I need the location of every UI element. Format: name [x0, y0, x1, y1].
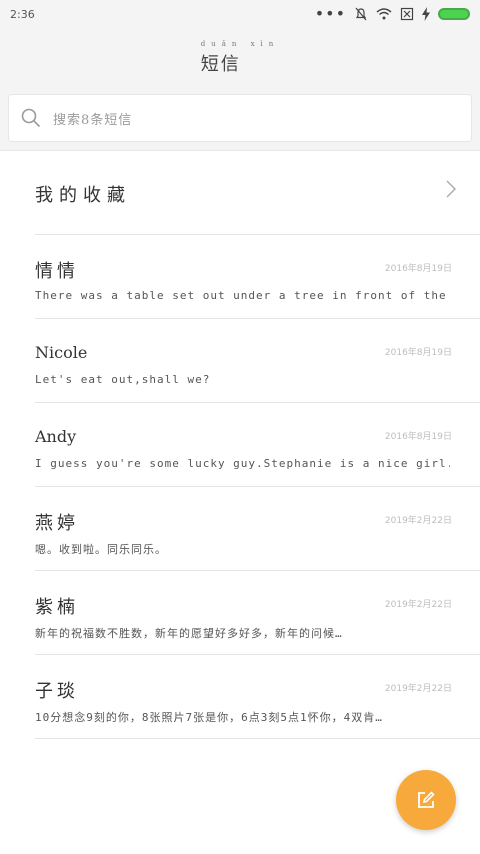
battery-icon: [438, 8, 470, 20]
search-icon: [9, 94, 53, 142]
no-sim-icon: [400, 7, 414, 21]
search-bar[interactable]: 搜索8条短信: [8, 94, 472, 142]
mute-icon: [355, 7, 367, 21]
conversation-preview: I guess you're some lucky guy.Stephanie …: [35, 457, 450, 470]
conversation-item[interactable]: Andy 2016年8月19日 I guess you're some luck…: [35, 403, 480, 487]
title-text: 短信: [200, 54, 241, 75]
conversation-preview: 10分想念9刻的你，8张照片7张是你，6点3刻5点1怀你，4双肯…: [35, 711, 383, 724]
status-bar: 2:36 •••: [0, 0, 480, 28]
conversation-date: 2016年8月19日: [384, 432, 452, 442]
chevron-right-icon: [446, 180, 456, 198]
favorites-row[interactable]: 我的收藏: [35, 151, 480, 235]
conversation-name: 子琰: [35, 681, 79, 702]
conversation-date: 2016年8月19日: [384, 348, 452, 358]
conversation-preview: 嗯。收到啦。同乐同乐。: [35, 543, 167, 556]
status-time: 2:36: [10, 7, 35, 21]
conversation-name: 情情: [35, 261, 79, 282]
charging-icon: [422, 7, 430, 21]
conversation-preview: 新年的祝福数不胜数，新年的愿望好多好多，新年的问候…: [35, 627, 343, 640]
app-bar: duǎn xìn 短信: [0, 28, 480, 88]
conversation-item[interactable]: 燕婷 2019年2月22日 嗯。收到啦。同乐同乐。: [35, 487, 480, 571]
message-list: 我的收藏 情情 2016年8月19日 There was a table set…: [0, 150, 480, 854]
conversation-date: 2019年2月22日: [384, 600, 452, 610]
conversation-date: 2019年2月22日: [384, 516, 452, 526]
more-dots-icon: •••: [314, 4, 346, 23]
conversation-name: Andy: [35, 427, 77, 446]
conversation-name: 紫楠: [35, 597, 79, 618]
conversation-item[interactable]: 紫楠 2019年2月22日 新年的祝福数不胜数，新年的愿望好多好多，新年的问候…: [35, 571, 480, 655]
conversation-item[interactable]: 情情 2016年8月19日 There was a table set out …: [35, 235, 480, 319]
wifi-icon: [376, 8, 392, 20]
compose-button[interactable]: [396, 770, 456, 830]
conversation-date: 2016年8月19日: [384, 264, 452, 274]
conversation-name: 燕婷: [35, 513, 79, 534]
conversation-date: 2019年2月22日: [384, 684, 452, 694]
conversation-preview: Let's eat out,shall we?: [35, 373, 211, 386]
favorites-label: 我的收藏: [35, 185, 131, 206]
compose-icon: [418, 791, 435, 808]
conversation-item[interactable]: Nicole 2016年8月19日 Let's eat out,shall we…: [35, 319, 480, 403]
conversation-item[interactable]: 子琰 2019年2月22日 10分想念9刻的你，8张照片7张是你，6点3刻5点1…: [35, 655, 480, 739]
status-icons: •••: [314, 4, 470, 23]
title-pinyin: duǎn xìn: [200, 40, 280, 48]
conversation-name: Nicole: [35, 343, 88, 362]
page-title: duǎn xìn 短信: [201, 40, 280, 76]
conversation-preview: There was a table set out under a tree i…: [35, 289, 450, 302]
search-input[interactable]: 搜索8条短信: [53, 109, 132, 128]
